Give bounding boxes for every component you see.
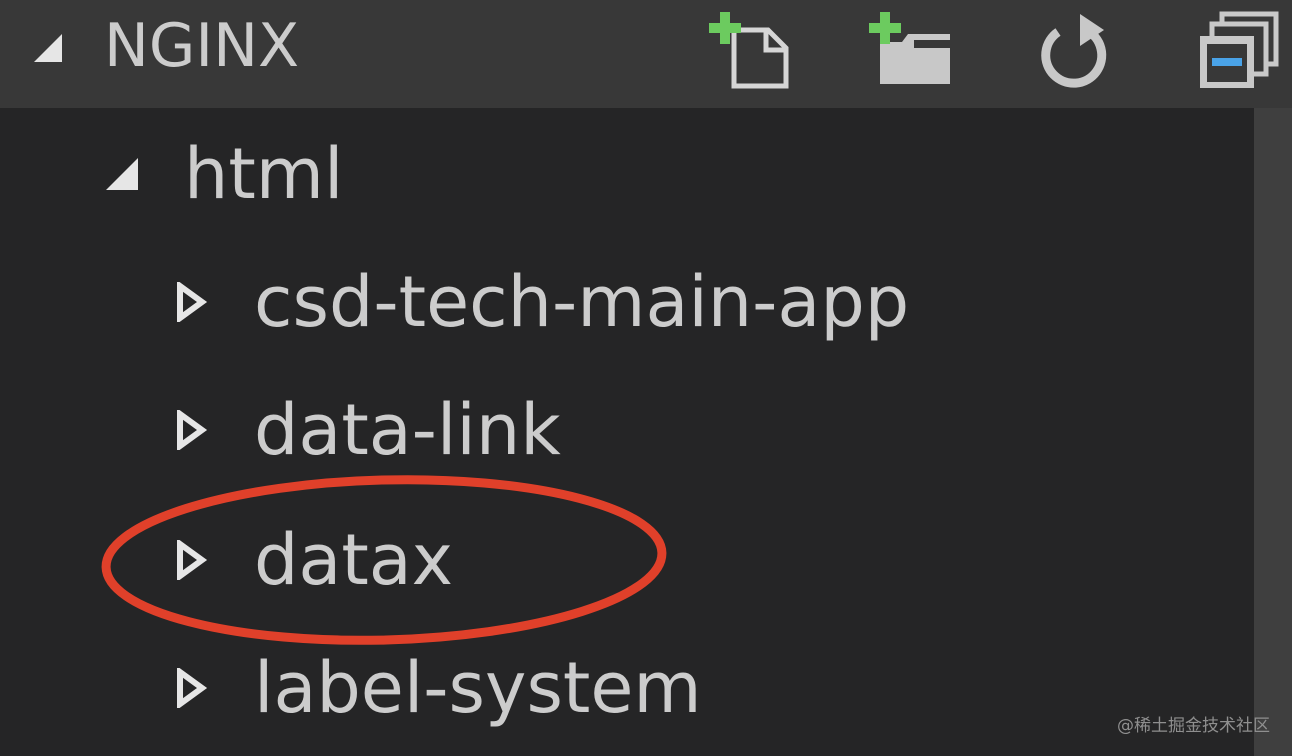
new-file-icon <box>709 12 789 89</box>
tree-item-data-link[interactable]: data-link <box>0 366 1254 486</box>
tree-item-label: html <box>184 133 344 215</box>
tree-item-csd-tech-main-app[interactable]: csd-tech-main-app <box>0 238 1254 358</box>
watermark: @稀土掘金技术社区 <box>1117 716 1270 736</box>
explorer-section-header[interactable]: NGINX <box>0 0 1292 108</box>
refresh-icon <box>1041 14 1107 88</box>
refresh-button[interactable] <box>1028 8 1120 100</box>
tree-item-html[interactable]: html <box>0 108 1254 228</box>
vertical-scrollbar[interactable] <box>1254 108 1292 756</box>
new-file-button[interactable] <box>706 8 798 100</box>
chevron-right-icon[interactable] <box>174 410 208 450</box>
tree-item-datax[interactable]: datax <box>0 496 1254 616</box>
section-title: NGINX <box>104 11 300 81</box>
new-folder-icon <box>869 12 950 84</box>
collapse-all-icon <box>1200 11 1279 88</box>
tree-item-label: data-link <box>254 389 561 471</box>
triangle-expanded-icon[interactable] <box>32 32 64 64</box>
tree-item-label: label-system <box>254 647 702 729</box>
chevron-right-icon[interactable] <box>174 668 208 708</box>
tree-item-label: csd-tech-main-app <box>254 261 910 343</box>
chevron-right-icon[interactable] <box>174 540 208 580</box>
tree-item-label-system[interactable]: label-system <box>0 624 1254 744</box>
chevron-right-icon[interactable] <box>174 282 208 322</box>
tree-item-label: datax <box>254 519 454 601</box>
file-tree: html csd-tech-main-app data-link datax l… <box>0 108 1254 756</box>
new-folder-button[interactable] <box>866 8 958 100</box>
collapse-all-button[interactable] <box>1192 8 1284 100</box>
triangle-expanded-icon[interactable] <box>104 156 140 192</box>
